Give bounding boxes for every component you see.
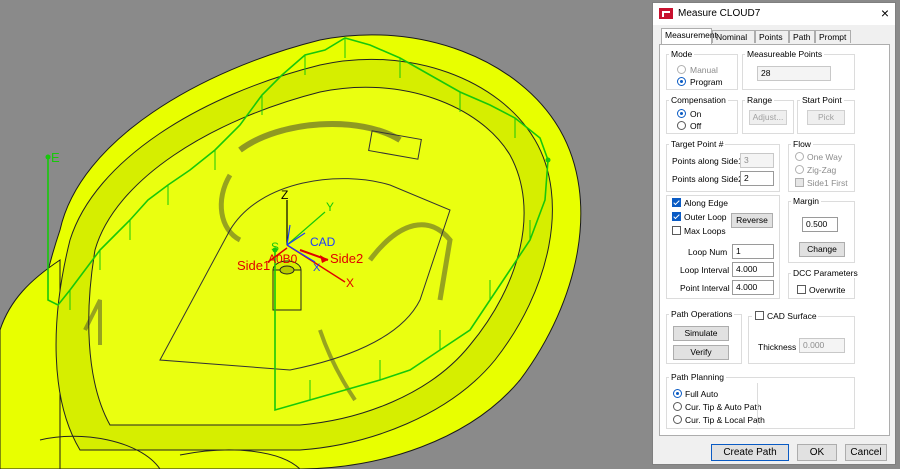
- tip-auto-path-label: Cur. Tip & Auto Path: [685, 402, 762, 412]
- label-a0b0: A0B0: [268, 252, 298, 266]
- pick-button[interactable]: Pick: [807, 110, 845, 125]
- verify-button[interactable]: Verify: [673, 345, 729, 360]
- label-side2: Side2: [330, 251, 364, 266]
- ok-button[interactable]: OK: [797, 444, 837, 461]
- program-radio[interactable]: [677, 77, 686, 86]
- reverse-button[interactable]: Reverse: [731, 213, 773, 228]
- label-x: X: [346, 276, 355, 290]
- overwrite-label: Overwrite: [809, 285, 846, 295]
- tip-local-path-label: Cur. Tip & Local Path: [685, 415, 765, 425]
- start-point-label: Start Point: [800, 95, 844, 105]
- tab-measurement[interactable]: Measurement: [661, 28, 717, 44]
- loop-interval-label: Loop Interval: [680, 265, 730, 275]
- measureable-points-label: Measureable Points: [745, 49, 825, 59]
- zig-zag-radio[interactable]: [795, 165, 804, 174]
- thickness-field[interactable]: 0.000: [799, 338, 845, 353]
- label-cad: CAD: [310, 235, 336, 249]
- compensation-group: [666, 100, 738, 134]
- side1-first-checkbox[interactable]: [795, 178, 804, 187]
- measureable-points-field: 28: [757, 66, 831, 81]
- max-loops-label: Max Loops: [684, 226, 726, 236]
- path-planning-divider: [757, 383, 758, 425]
- label-e: E: [51, 150, 60, 165]
- range-label: Range: [745, 95, 775, 105]
- tab-path[interactable]: Path: [789, 30, 815, 43]
- change-margin-button[interactable]: Change: [799, 242, 845, 257]
- side2-points-field[interactable]: 2: [740, 171, 774, 186]
- tip-auto-path-radio[interactable]: [673, 402, 682, 411]
- close-icon[interactable]: ×: [881, 5, 889, 21]
- target-point-label: Target Point #: [669, 139, 726, 149]
- loop-num-label: Loop Num: [688, 247, 728, 257]
- dcc-parameters-label: DCC Parameters: [791, 268, 860, 278]
- label-z: Z: [281, 188, 289, 202]
- loop-interval-field[interactable]: 4.000: [732, 262, 774, 277]
- margin-label: Margin: [791, 196, 821, 206]
- tip-local-path-radio[interactable]: [673, 415, 682, 424]
- compensation-off-label: Off: [690, 121, 702, 131]
- adjust-button[interactable]: Adjust...: [749, 110, 787, 125]
- tab-points[interactable]: Points: [755, 30, 789, 43]
- app-logo-icon: [659, 8, 673, 19]
- overwrite-checkbox[interactable]: [797, 285, 806, 294]
- side1-first-label: Side1 First: [807, 178, 848, 188]
- margin-field[interactable]: 0.500: [802, 217, 838, 232]
- create-path-button[interactable]: Create Path: [711, 444, 789, 461]
- max-loops-checkbox[interactable]: [672, 226, 681, 235]
- thickness-label: Thickness: [758, 342, 797, 352]
- one-way-label: One Way: [807, 152, 843, 162]
- compensation-label: Compensation: [669, 95, 728, 105]
- manual-label: Manual: [690, 65, 718, 75]
- flow-label: Flow: [791, 139, 813, 149]
- path-planning-label: Path Planning: [669, 372, 726, 382]
- cancel-button[interactable]: Cancel: [845, 444, 887, 461]
- manual-radio[interactable]: [677, 65, 686, 74]
- measure-cloud-dialog: Measure CLOUD7 × Measurement Nominal Poi…: [652, 2, 896, 465]
- zig-zag-label: Zig-Zag: [807, 165, 837, 175]
- one-way-radio[interactable]: [795, 152, 804, 161]
- label-y: Y: [326, 200, 335, 214]
- program-label: Program: [690, 77, 723, 87]
- dialog-title-bar[interactable]: Measure CLOUD7 ×: [653, 3, 895, 25]
- point-interval-label: Point Interval: [680, 283, 730, 293]
- cad-surface-label: CAD Surface: [767, 311, 817, 321]
- full-auto-radio[interactable]: [673, 389, 682, 398]
- path-operations-label: Path Operations: [669, 309, 735, 319]
- point-interval-field[interactable]: 4.000: [732, 280, 774, 295]
- label-x-cad: X: [313, 262, 321, 274]
- loop-num-field[interactable]: 1: [732, 244, 774, 259]
- outer-loop-checkbox[interactable]: [672, 212, 681, 221]
- tab-nominal[interactable]: Nominal: [712, 30, 755, 43]
- side1-points-field[interactable]: 3: [740, 153, 774, 168]
- outer-loop-label: Outer Loop: [684, 212, 727, 222]
- mode-label: Mode: [669, 49, 695, 59]
- tab-prompt[interactable]: Prompt: [815, 30, 851, 43]
- label-side1: Side1: [237, 258, 271, 273]
- cad-surface-checkbox[interactable]: [755, 311, 764, 320]
- along-edge-checkbox[interactable]: [672, 198, 681, 207]
- compensation-on-radio[interactable]: [677, 109, 686, 118]
- simulate-button[interactable]: Simulate: [673, 326, 729, 341]
- side1-points-label: Points along Side1: [672, 156, 743, 166]
- measurement-panel: Mode Manual Program Measureable Points 2…: [659, 44, 890, 436]
- along-edge-label: Along Edge: [684, 198, 728, 208]
- side2-points-label: Points along Side2: [672, 174, 743, 184]
- compensation-off-radio[interactable]: [677, 121, 686, 130]
- full-auto-label: Full Auto: [685, 389, 719, 399]
- compensation-on-label: On: [690, 109, 702, 119]
- dialog-title: Measure CLOUD7: [678, 8, 761, 19]
